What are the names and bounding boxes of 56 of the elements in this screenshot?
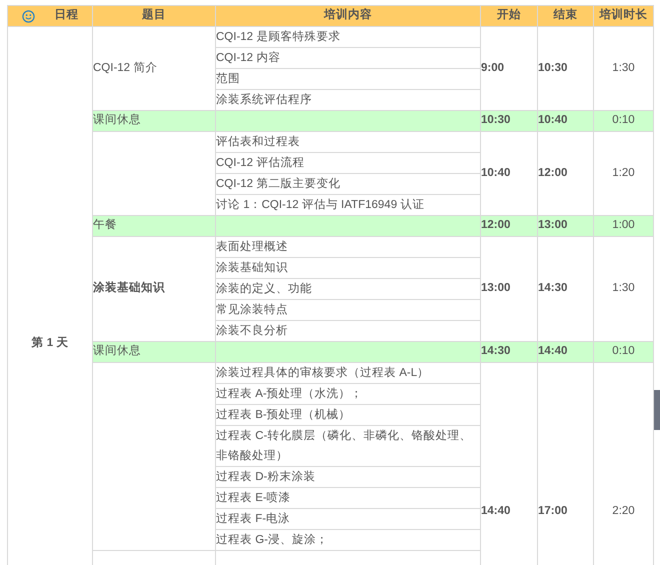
training-item: 常见涂装特点 [216,304,288,316]
end-time: 14:30 [538,282,568,294]
end-time: 17:00 [538,504,568,517]
training-item: 过程表 A-预处理（水洗）； [216,388,363,400]
day-label: 第 1 天 [32,336,68,349]
duration: 1:00 [612,219,635,232]
session-title: 涂装基础知识 [93,282,165,294]
column-header: 开始 [497,9,521,22]
column-header: 题目 [142,9,166,22]
training-item: 涂装的定义、功能 [216,283,312,295]
training-item: 过程表 F-电泳 [216,513,290,525]
end-time: 13:00 [538,219,568,232]
duration: 1:20 [612,166,635,179]
training-item: 讨论 1：CQI-12 评估与 IATF16949 认证 [216,199,424,211]
column-header: 培训内容 [324,9,372,22]
training-item: 涂装系统评估程序 [216,94,312,106]
training-item: CQI-12 是顾客特殊要求 [216,31,340,43]
training-item: CQI-12 评估流程 [216,157,304,169]
session-title: 课间休息 [93,345,141,358]
training-item: 过程表 E-喷漆 [216,492,291,504]
training-item: CQI-12 第二版主要变化 [216,178,340,190]
session-title: 课间休息 [93,114,141,126]
start-time: 13:00 [481,282,510,294]
end-time: 10:30 [538,62,568,74]
start-time: 14:40 [481,504,510,517]
column-header: 培训时长 [600,9,648,22]
training-item: 涂装基础知识 [216,262,288,274]
duration: 0:10 [612,114,635,126]
smiley-icon [22,10,34,22]
training-item: 涂装不良分析 [216,325,288,337]
training-item: 范围 [216,73,240,85]
duration: 1:30 [612,62,635,74]
duration: 0:10 [612,345,635,358]
end-time: 12:00 [538,166,568,179]
training-item: 过程表 G-浸、旋涂； [216,534,328,546]
end-time: 14:40 [538,345,568,358]
start-time: 12:00 [481,219,510,232]
side-handle-icon[interactable] [654,390,660,430]
training-item: 过程表 B-预处理（机械） [216,409,351,421]
start-time: 10:30 [481,114,510,126]
session-title: CQI-12 简介 [93,62,158,74]
training-item: 过程表 C-转化膜层（磷化、非磷化、铬酸处理、非铬酸处理） [216,430,472,462]
start-time: 10:40 [481,166,510,179]
training-item: 涂装过程具体的审核要求（过程表 A-L） [216,367,430,379]
training-item: 表面处理概述 [216,241,288,253]
column-header: 日程 [54,8,78,24]
start-time: 9:00 [481,62,504,74]
end-time: 10:40 [538,114,568,126]
training-item: CQI-12 内容 [216,52,280,64]
duration: 1:30 [612,282,635,294]
training-item: 过程表 D-粉末涂装 [216,471,316,483]
start-time: 14:30 [481,345,510,358]
column-header: 结束 [554,9,578,22]
training-item: 评估表和过程表 [216,136,300,148]
session-title: 午餐 [93,219,117,232]
duration: 2:20 [612,504,635,517]
